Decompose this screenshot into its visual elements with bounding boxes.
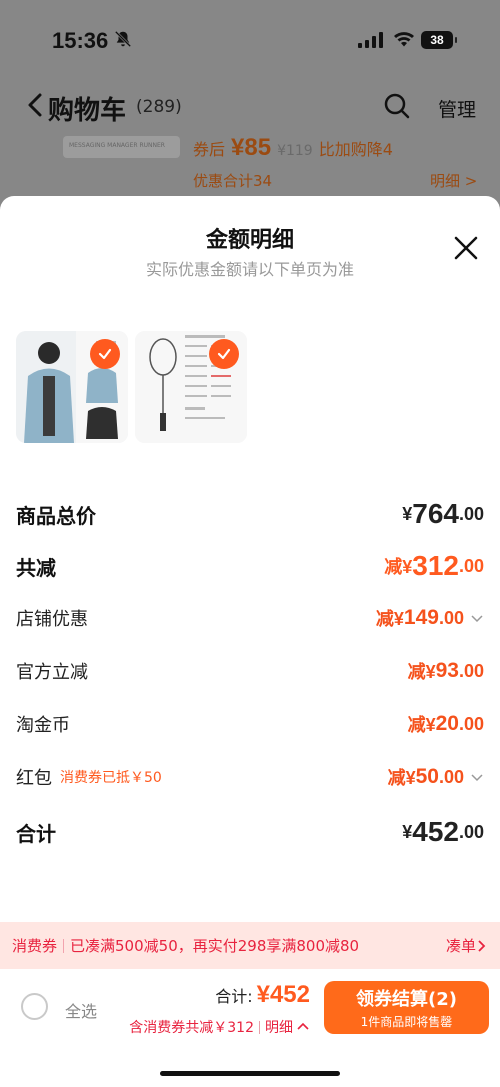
coins-discount-row: 淘金币 减¥ 20.00 bbox=[16, 708, 484, 740]
signal-icon bbox=[358, 32, 383, 48]
checkout-label: 领券结算(2) bbox=[356, 989, 457, 1010]
add-items-label: 凑单 bbox=[445, 937, 476, 955]
search-icon[interactable] bbox=[383, 92, 411, 120]
jacket-thumbnail[interactable] bbox=[16, 331, 128, 443]
sheet-subtitle: 实际优惠金额请以下单页为准 bbox=[145, 260, 354, 279]
chevron-down-icon[interactable] bbox=[470, 611, 484, 625]
price-prefix: 券后 bbox=[193, 140, 226, 159]
store-discount-value: 减¥ 149.00 bbox=[376, 605, 484, 631]
promo-text: 比加购降4 bbox=[318, 140, 393, 159]
bottom-total: 合计: ¥452 bbox=[215, 981, 310, 1009]
coupon-banner[interactable]: 消费券 已凑满500减50，再实付298享满800减80 凑单 bbox=[0, 922, 500, 969]
checkout-sublabel: 1件商品即将售罄 bbox=[360, 1015, 453, 1029]
select-all-label[interactable]: 全选 bbox=[65, 998, 97, 1022]
select-all-radio[interactable] bbox=[21, 993, 48, 1020]
wifi-icon bbox=[394, 32, 414, 47]
close-icon[interactable] bbox=[453, 235, 479, 261]
bottom-total-value: ¥452 bbox=[256, 981, 310, 1008]
saving-text: 含消费券共减￥312 bbox=[129, 1020, 254, 1036]
page-title: 购物车 bbox=[48, 96, 127, 126]
home-indicator[interactable] bbox=[160, 1071, 340, 1076]
cart-count: (289) bbox=[136, 97, 182, 117]
product-thumbnail: MESSAGING MANAGER RUNNER bbox=[63, 136, 180, 158]
official-discount-label: 官方立减 bbox=[16, 662, 88, 683]
product-price: ¥85 bbox=[231, 134, 272, 161]
coins-discount-value: 减¥ 20.00 bbox=[407, 712, 484, 735]
chevron-up-icon[interactable] bbox=[296, 1020, 310, 1034]
coupon-progress-text: 已凑满500减50，再实付298享满800减80 bbox=[70, 937, 360, 955]
discount-total: 优惠合计34 bbox=[193, 172, 273, 190]
back-arrow-icon[interactable] bbox=[26, 92, 44, 118]
total-label: 合计 bbox=[16, 821, 56, 846]
battery-icon: 38 bbox=[421, 31, 457, 49]
total-discount-value: 减¥ 312.00 bbox=[384, 550, 484, 581]
total-discount-row: 共减 减¥ 312.00 bbox=[16, 548, 484, 584]
detail-link[interactable]: 明细 > bbox=[430, 170, 477, 191]
status-bar: 15:36 38 bbox=[0, 0, 500, 80]
coupon-tag: 消费券 bbox=[12, 937, 58, 955]
checkout-button[interactable]: 领券结算(2) 1件商品即将售罄 bbox=[324, 981, 489, 1034]
store-discount-row[interactable]: 店铺优惠 减¥ 149.00 bbox=[16, 602, 484, 634]
checked-icon[interactable] bbox=[209, 339, 239, 369]
redpacket-value: 减¥ 50.00 bbox=[388, 764, 484, 790]
subtotal-value: ¥764.00 bbox=[402, 498, 484, 529]
coins-discount-label: 淘金币 bbox=[16, 715, 70, 736]
bottom-total-label: 合计: bbox=[215, 987, 253, 1006]
original-price: ¥119 bbox=[277, 143, 313, 159]
official-discount-value: 减¥ 93.00 bbox=[407, 659, 484, 682]
divider bbox=[259, 1020, 260, 1034]
subtotal-row: 商品总价 ¥764.00 bbox=[16, 496, 484, 532]
divider bbox=[63, 938, 65, 953]
subtotal-label: 商品总价 bbox=[16, 503, 96, 528]
redpacket-label-group: 红包 消费券已抵￥50 bbox=[16, 764, 162, 790]
redpacket-label: 红包 bbox=[16, 768, 52, 789]
status-time: 15:36 bbox=[52, 28, 109, 53]
add-items-link[interactable]: 凑单 bbox=[446, 935, 488, 956]
mute-bell-icon bbox=[114, 30, 132, 48]
detail-toggle[interactable]: 明细 bbox=[265, 1017, 293, 1037]
store-discount-label: 店铺优惠 bbox=[16, 609, 88, 630]
chevron-down-icon[interactable] bbox=[470, 770, 484, 784]
manage-button[interactable]: 管理 bbox=[438, 95, 476, 122]
total-discount-label: 共减 bbox=[16, 555, 56, 580]
coupon-note: 消费券已抵￥50 bbox=[60, 770, 162, 786]
product-price-row: 券后 ¥85 ¥119 比加购降4 bbox=[193, 134, 393, 162]
racket-thumbnail[interactable] bbox=[135, 331, 247, 443]
checked-icon[interactable] bbox=[90, 339, 120, 369]
official-discount-row: 官方立减 减¥ 93.00 bbox=[16, 655, 484, 687]
total-row: 合计 ¥452.00 bbox=[16, 814, 484, 850]
saving-summary[interactable]: 含消费券共减￥312 明细 bbox=[129, 1017, 310, 1037]
total-value: ¥452.00 bbox=[402, 816, 484, 847]
chevron-right-icon bbox=[478, 939, 486, 952]
redpacket-row[interactable]: 红包 消费券已抵￥50 减¥ 50.00 bbox=[16, 761, 484, 793]
sheet-title: 金额明细 bbox=[205, 228, 294, 253]
